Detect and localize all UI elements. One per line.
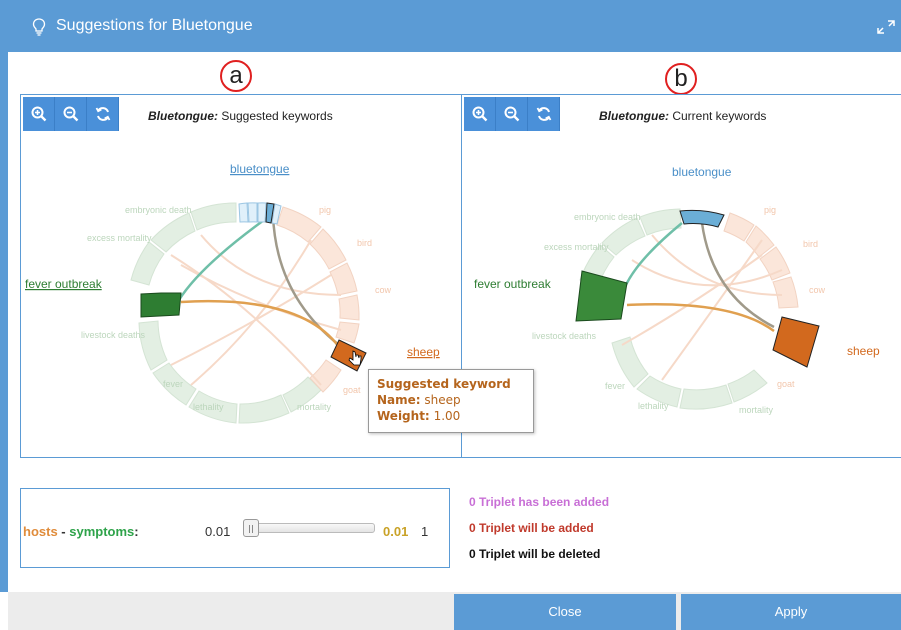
status-will-delete: 0 Triplet will be deleted — [469, 547, 601, 561]
label-excess-mortality: excess mortality — [544, 242, 609, 252]
threshold-slider[interactable] — [243, 519, 375, 537]
label-bluetongue[interactable]: bluetongue — [672, 165, 732, 179]
annotation-b: b — [665, 63, 697, 95]
label-fever-outbreak[interactable]: fever outbreak — [25, 277, 103, 291]
label-lethality: lethality — [638, 401, 669, 411]
label-excess-mortality: excess mortality — [87, 233, 152, 243]
label-sheep[interactable]: sheep — [407, 345, 440, 359]
label-fever: fever — [163, 379, 183, 389]
label-livestock-deaths: livestock deaths — [81, 330, 146, 340]
label-cow: cow — [375, 285, 392, 295]
label-goat: goat — [343, 385, 361, 395]
threshold-max: 1 — [421, 524, 429, 539]
slider-track[interactable] — [243, 523, 375, 533]
label-fever: fever — [605, 381, 625, 391]
status-will-add: 0 Triplet will be added — [469, 521, 594, 535]
label-pig: pig — [319, 205, 331, 215]
dialog-title: Suggestions for Bluetongue — [56, 17, 253, 34]
label-pig: pig — [764, 205, 776, 215]
threshold-label: hosts - symptoms: — [23, 524, 139, 539]
label-embryonic-death: embryonic death — [125, 205, 192, 215]
expand-icon[interactable] — [877, 20, 895, 34]
label-sheep[interactable]: sheep — [847, 344, 880, 358]
tooltip-weight: Weight: 1.00 — [377, 409, 461, 423]
status-added: 0 Triplet has been added — [469, 495, 610, 509]
threshold-box: hosts - symptoms: 0.01 0.01 1 — [20, 488, 450, 568]
label-mortality: mortality — [739, 405, 774, 415]
tooltip-name: Name: sheep — [377, 393, 461, 407]
label-livestock-deaths: livestock deaths — [532, 331, 597, 341]
lightbulb-icon — [32, 18, 46, 36]
apply-button[interactable]: Apply — [681, 594, 901, 630]
label-bluetongue[interactable]: bluetongue — [230, 162, 290, 176]
tooltip-heading: Suggested keyword — [377, 377, 511, 391]
dialog-left-border — [0, 52, 8, 592]
label-cow: cow — [809, 285, 826, 295]
dialog-titlebar: Suggestions for Bluetongue — [0, 0, 901, 52]
close-button[interactable]: Close — [454, 594, 676, 630]
label-fever-outbreak[interactable]: fever outbreak — [474, 277, 552, 291]
label-goat: goat — [777, 379, 795, 389]
threshold-current: 0.01 — [383, 524, 409, 539]
label-bird: bird — [803, 239, 818, 249]
label-lethality: lethality — [193, 402, 224, 412]
slider-handle[interactable] — [243, 519, 259, 537]
label-bird: bird — [357, 238, 372, 248]
label-embryonic-death: embryonic death — [574, 212, 641, 222]
annotation-a: a — [220, 60, 252, 92]
keyword-tooltip: Suggested keyword Name: sheep Weight: 1.… — [368, 369, 534, 433]
label-mortality: mortality — [297, 402, 332, 412]
threshold-min: 0.01 — [205, 524, 231, 539]
